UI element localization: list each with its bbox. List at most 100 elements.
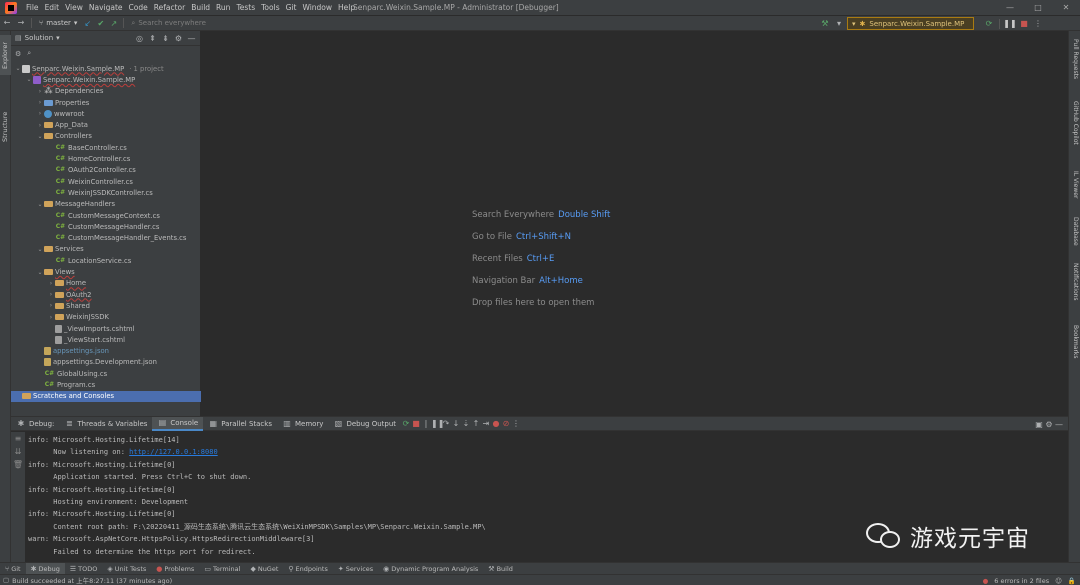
branch-selector[interactable]: ⑂ master ▾ xyxy=(35,19,81,27)
tree-item[interactable]: C# GlobalUsing.cs xyxy=(11,368,201,379)
chevron-down-icon[interactable]: ⌄ xyxy=(36,201,44,208)
menu-git[interactable]: Git xyxy=(283,3,300,12)
run-to-cursor-icon[interactable]: ⇥ xyxy=(481,419,491,428)
mute-breakpoints-icon[interactable]: ⊘ xyxy=(501,419,511,428)
il-viewer-tab[interactable]: IL Viewer xyxy=(1069,171,1080,211)
explorer-tab[interactable]: Explorer xyxy=(0,35,11,75)
bottom-tab-services[interactable]: ✦ Services xyxy=(333,563,378,575)
expand-all-icon[interactable]: ⇞ xyxy=(146,34,159,43)
forward-icon[interactable]: → xyxy=(14,16,28,30)
tree-item[interactable]: C# WeixinController.cs xyxy=(11,176,201,187)
maximize-icon[interactable]: □ xyxy=(1024,0,1052,15)
chevron-down-icon[interactable]: ⌄ xyxy=(14,65,22,72)
wrap-icon[interactable]: ≡ xyxy=(11,432,25,445)
tree-item[interactable]: ⌄ Senparc.Weixin.Sample.MP · 1 project xyxy=(11,63,201,74)
tree-item[interactable]: Scratches and Consoles xyxy=(11,390,201,402)
bottom-tab-debug[interactable]: ✱ Debug xyxy=(25,562,65,575)
tab-memory[interactable]: ▥ Memory xyxy=(277,417,328,431)
tree-item[interactable]: › App_Data xyxy=(11,120,201,131)
bottom-tab-git[interactable]: ⑂ Git xyxy=(0,563,26,575)
menu-file[interactable]: File xyxy=(23,3,42,12)
database-tab[interactable]: Database xyxy=(1069,217,1080,257)
chevron-down-icon[interactable]: ⌄ xyxy=(25,76,33,83)
run-configuration-selector[interactable]: ▾ ✱ Senparc.Weixin.Sample.MP xyxy=(847,17,974,30)
view-breakpoints-icon[interactable]: ● xyxy=(491,419,501,428)
menu-tests[interactable]: Tests xyxy=(233,3,258,12)
menu-refactor[interactable]: Refactor xyxy=(151,3,188,12)
tree-item[interactable]: C# OAuth2Controller.cs xyxy=(11,165,201,176)
menu-code[interactable]: Code xyxy=(126,3,151,12)
pull-requests-tab[interactable]: Pull Requests xyxy=(1069,39,1080,89)
tree-item[interactable]: C# BaseController.cs xyxy=(11,142,201,153)
layout-icon[interactable]: ▣ xyxy=(1034,420,1044,429)
tree-item[interactable]: C# CustomMessageContext.cs xyxy=(11,210,201,221)
chevron-right-icon[interactable]: › xyxy=(36,110,44,117)
chevron-right-icon[interactable]: › xyxy=(47,291,55,298)
update-project-icon[interactable]: ↙ xyxy=(81,19,94,28)
tree-item[interactable]: C# LocationService.cs xyxy=(11,255,201,266)
structure-tab[interactable]: Structure xyxy=(0,107,11,147)
tree-item[interactable]: C# CustomMessageHandler.cs xyxy=(11,221,201,232)
step-into-icon[interactable]: ↓ xyxy=(451,419,461,428)
tab-debug-output[interactable]: ▧ Debug Output xyxy=(328,417,401,431)
tree-item[interactable]: ⌄ Controllers xyxy=(11,131,201,142)
bottom-tab-dynamic-program-analysis[interactable]: ◉ Dynamic Program Analysis xyxy=(378,563,483,575)
tree-item[interactable]: C# CustomMessageHandler_Events.cs xyxy=(11,233,201,244)
tree-item[interactable]: ⌄ Senparc.Weixin.Sample.MP xyxy=(11,74,201,85)
tab-console[interactable]: ▤ Console xyxy=(152,416,204,431)
tree-item[interactable]: C# HomeController.cs xyxy=(11,153,201,164)
lock-icon[interactable]: 🔒 xyxy=(1068,577,1076,585)
pause-icon[interactable]: ❚❚ xyxy=(1003,17,1017,31)
tree-item[interactable]: ⌄ MessageHandlers xyxy=(11,199,201,210)
tree-item[interactable]: _ViewStart.cshtml xyxy=(11,334,201,345)
rerun-icon[interactable]: ⟳ xyxy=(401,419,411,428)
chevron-right-icon[interactable]: › xyxy=(47,302,55,309)
menu-navigate[interactable]: Navigate xyxy=(86,3,126,12)
github-copilot-tab[interactable]: GitHub Copilot xyxy=(1069,101,1080,157)
tree-item[interactable]: › wwwroot xyxy=(11,108,201,119)
hide-icon[interactable]: — xyxy=(1054,420,1064,429)
pause-icon[interactable]: ❚❚ xyxy=(431,419,444,428)
hammer-icon[interactable]: ⚒ xyxy=(818,17,832,31)
bottom-tab-endpoints[interactable]: ⚲ Endpoints xyxy=(283,563,332,575)
stop-icon[interactable]: ■ xyxy=(411,419,421,428)
collapse-all-icon[interactable]: ⇟ xyxy=(159,34,172,43)
push-icon[interactable]: ↗ xyxy=(107,19,120,28)
chevron-right-icon[interactable]: › xyxy=(36,122,44,129)
console-link[interactable]: http://127.0.0.1:8080 xyxy=(129,448,218,456)
chevron-right-icon[interactable]: › xyxy=(47,280,55,287)
chevron-down-icon[interactable]: ⌄ xyxy=(36,133,44,140)
close-icon[interactable]: ✕ xyxy=(1052,0,1080,15)
chevron-right-icon[interactable]: › xyxy=(36,99,44,106)
tree-item[interactable]: ⌄ Views xyxy=(11,266,201,277)
build-dropdown-icon[interactable]: ▾ xyxy=(832,17,846,31)
tab-parallel-stacks[interactable]: ▦ Parallel Stacks xyxy=(203,417,277,431)
search-everywhere[interactable]: ⌕ Search everywhere xyxy=(131,19,205,28)
menu-tools[interactable]: Tools xyxy=(258,3,282,12)
status-toggle-icon[interactable]: ▢ xyxy=(0,576,12,584)
chevron-right-icon[interactable]: › xyxy=(47,314,55,321)
notifications-tab[interactable]: Notifications xyxy=(1069,263,1080,315)
gear-icon[interactable]: ⚙ xyxy=(1044,420,1054,429)
search-icon[interactable]: ⌕ xyxy=(27,49,31,58)
menu-edit[interactable]: Edit xyxy=(42,3,63,12)
menu-window[interactable]: Window xyxy=(299,3,335,12)
bottom-tab-todo[interactable]: ☰ TODO xyxy=(65,563,103,575)
build-status[interactable]: Build succeeded at 上午8:27:11 (37 minutes… xyxy=(12,575,172,585)
trash-icon[interactable]: 🗑 xyxy=(11,458,25,471)
settings-filter-icon[interactable]: ⚙ xyxy=(15,50,21,58)
tree-item[interactable]: › ⁂ Dependencies xyxy=(11,86,201,97)
solution-view-selector[interactable]: ▤ Solution ▾ xyxy=(15,34,60,42)
bookmarks-tab[interactable]: Bookmarks xyxy=(1069,325,1080,369)
more-icon[interactable]: ⋮ xyxy=(511,419,521,428)
bottom-tab-unit-tests[interactable]: ◈ Unit Tests xyxy=(102,563,151,575)
step-into-my-code-icon[interactable]: ⇣ xyxy=(461,419,471,428)
tree-item[interactable]: › Shared xyxy=(11,300,201,311)
bottom-tab-terminal[interactable]: ▭ Terminal xyxy=(199,563,245,575)
stop-icon[interactable]: ■ xyxy=(1017,17,1031,31)
menu-run[interactable]: Run xyxy=(213,3,233,12)
chevron-down-icon[interactable]: ⌄ xyxy=(36,269,44,276)
tree-item[interactable]: appsettings.json xyxy=(11,346,201,357)
bottom-tab-build[interactable]: ⚒ Build xyxy=(483,563,518,575)
tree-item[interactable]: appsettings.Development.json xyxy=(11,357,201,368)
